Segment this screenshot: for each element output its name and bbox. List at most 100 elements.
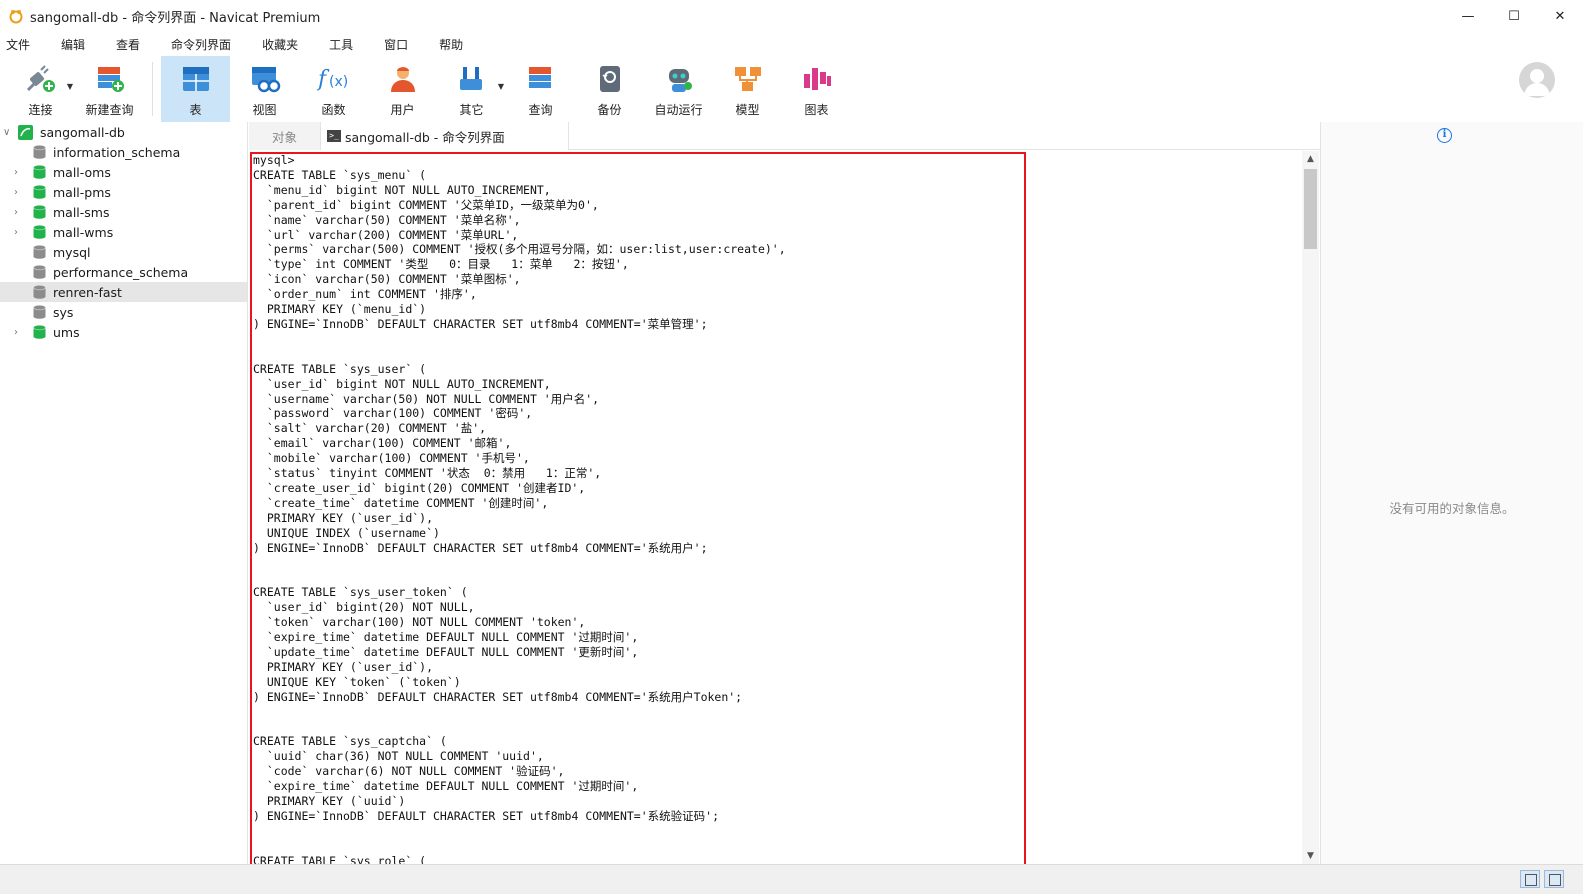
tree-database-item[interactable]: › mall-pms	[0, 182, 247, 202]
tree-connection-root[interactable]: ∨ sangomall-db	[0, 122, 247, 142]
menu-favorites[interactable]: 收藏夹	[256, 36, 310, 53]
table-button[interactable]: 表	[161, 56, 230, 122]
tree-database-label: mall-wms	[53, 224, 114, 240]
menu-bar: 文件 编辑 查看 命令列界面 收藏夹 工具 窗口 帮助	[0, 32, 1583, 56]
database-icon	[33, 244, 46, 259]
chart-icon	[800, 62, 834, 96]
database-icon	[33, 204, 46, 219]
console-scrollbar[interactable]: ▲ ▼	[1302, 151, 1319, 864]
layout-toggle-icon[interactable]	[1520, 870, 1540, 888]
scroll-down-icon[interactable]: ▼	[1302, 848, 1319, 864]
minimize-button[interactable]: —	[1445, 0, 1491, 32]
chevron-down-icon[interactable]: ▼	[498, 82, 504, 91]
table-icon	[179, 62, 213, 96]
menu-file[interactable]: 文件	[0, 36, 42, 53]
other-button[interactable]: 其它 ▼	[437, 56, 506, 122]
tab-console[interactable]: >_ sangomall-db - 命令列界面	[321, 122, 569, 150]
chart-button[interactable]: 图表	[782, 56, 851, 122]
menu-tools[interactable]: 工具	[323, 36, 365, 53]
no-object-info-message: 没有可用的对象信息。	[1389, 501, 1515, 516]
tree-database-label: sys	[53, 304, 74, 320]
status-bar	[0, 864, 1583, 894]
database-icon	[33, 224, 46, 239]
menu-help[interactable]: 帮助	[433, 36, 475, 53]
new-query-button[interactable]: 新建查询	[75, 56, 144, 122]
backup-icon	[593, 62, 627, 96]
maximize-button[interactable]: ☐	[1491, 0, 1537, 32]
query-label: 查询	[528, 103, 553, 117]
function-label: 函数	[321, 103, 346, 117]
tree-database-item[interactable]: › mall-sms	[0, 202, 247, 222]
query-icon	[524, 62, 558, 96]
robot-icon	[662, 62, 696, 96]
tree-database-item[interactable]: › mall-wms	[0, 222, 247, 242]
chevron-right-icon[interactable]: ›	[14, 207, 18, 218]
tree-database-item[interactable]: information_schema	[0, 142, 247, 162]
query-button[interactable]: 查询	[506, 56, 575, 122]
tree-database-item[interactable]: › mall-oms	[0, 162, 247, 182]
tree-database-label: performance_schema	[53, 264, 189, 280]
tab-console-label: sangomall-db - 命令列界面	[345, 129, 505, 145]
object-info-panel: i 没有可用的对象信息。	[1320, 122, 1583, 864]
tree-database-item[interactable]: mysql	[0, 242, 247, 262]
model-icon	[731, 62, 765, 96]
database-icon	[33, 184, 46, 199]
autorun-button[interactable]: 自动运行	[644, 56, 713, 122]
tree-database-label: mysql	[53, 244, 91, 260]
layout-toggle-icon[interactable]	[1544, 870, 1564, 888]
chevron-right-icon[interactable]: ›	[14, 187, 18, 198]
chevron-down-icon[interactable]: ∨	[3, 127, 10, 138]
user-avatar[interactable]	[1519, 62, 1555, 98]
tree-database-label: renren-fast	[53, 284, 122, 300]
tree-database-item[interactable]: sys	[0, 302, 247, 322]
connect-button[interactable]: 连接 ▼	[6, 56, 75, 122]
chevron-right-icon[interactable]: ›	[14, 167, 18, 178]
function-button[interactable]: f (x) 函数	[299, 56, 368, 122]
view-label: 视图	[252, 103, 277, 117]
database-icon	[33, 324, 46, 339]
tree-database-item[interactable]: renren-fast	[0, 282, 247, 302]
user-icon	[386, 62, 420, 96]
user-button[interactable]: 用户	[368, 56, 437, 122]
close-button[interactable]: ✕	[1537, 0, 1583, 32]
toolbar-separator	[152, 62, 153, 116]
tree-connection-label: sangomall-db	[40, 124, 125, 140]
scroll-thumb[interactable]	[1304, 169, 1317, 249]
svg-text:(x): (x)	[329, 74, 348, 90]
scroll-up-icon[interactable]: ▲	[1302, 151, 1319, 167]
menu-view[interactable]: 查看	[110, 36, 152, 53]
connect-label: 连接	[28, 103, 53, 117]
tree-database-label: information_schema	[53, 144, 181, 160]
tree-database-item[interactable]: performance_schema	[0, 262, 247, 282]
new-query-label: 新建查询	[85, 103, 134, 117]
tree-database-item[interactable]: › ums	[0, 322, 247, 342]
tree-database-label: mall-pms	[53, 184, 111, 200]
menu-window[interactable]: 窗口	[378, 36, 420, 53]
view-icon	[248, 62, 282, 96]
console-text: mysql> CREATE TABLE `sys_menu` ( `menu_i…	[253, 153, 786, 864]
model-label: 模型	[735, 103, 760, 117]
menu-edit[interactable]: 编辑	[55, 36, 97, 53]
function-icon: f (x)	[317, 62, 351, 96]
database-icon	[33, 264, 46, 279]
info-icon[interactable]: i	[1437, 128, 1452, 143]
model-button[interactable]: 模型	[713, 56, 782, 122]
menu-console[interactable]: 命令列界面	[165, 36, 243, 53]
chevron-right-icon[interactable]: ›	[14, 327, 18, 338]
chevron-right-icon[interactable]: ›	[14, 227, 18, 238]
connection-tree: ∨ sangomall-db information_schema › mall-o…	[0, 122, 248, 864]
backup-button[interactable]: 备份	[575, 56, 644, 122]
view-button[interactable]: 视图	[230, 56, 299, 122]
table-label: 表	[189, 103, 202, 117]
tab-objects[interactable]: 对象	[249, 122, 321, 150]
plug-icon	[24, 62, 58, 96]
tree-database-label: mall-sms	[53, 204, 110, 220]
console-output[interactable]: mysql> CREATE TABLE `sys_menu` ( `menu_i…	[249, 151, 1319, 864]
database-icon	[33, 144, 46, 159]
database-icon	[33, 284, 46, 299]
database-icon	[33, 164, 46, 179]
title-bar: sangomall-db - 命令列界面 - Navicat Premium —…	[0, 0, 1583, 32]
database-list: information_schema › mall-oms › mall-pms › mal…	[0, 142, 247, 342]
chevron-down-icon[interactable]: ▼	[67, 82, 73, 91]
tree-database-label: ums	[53, 324, 80, 340]
